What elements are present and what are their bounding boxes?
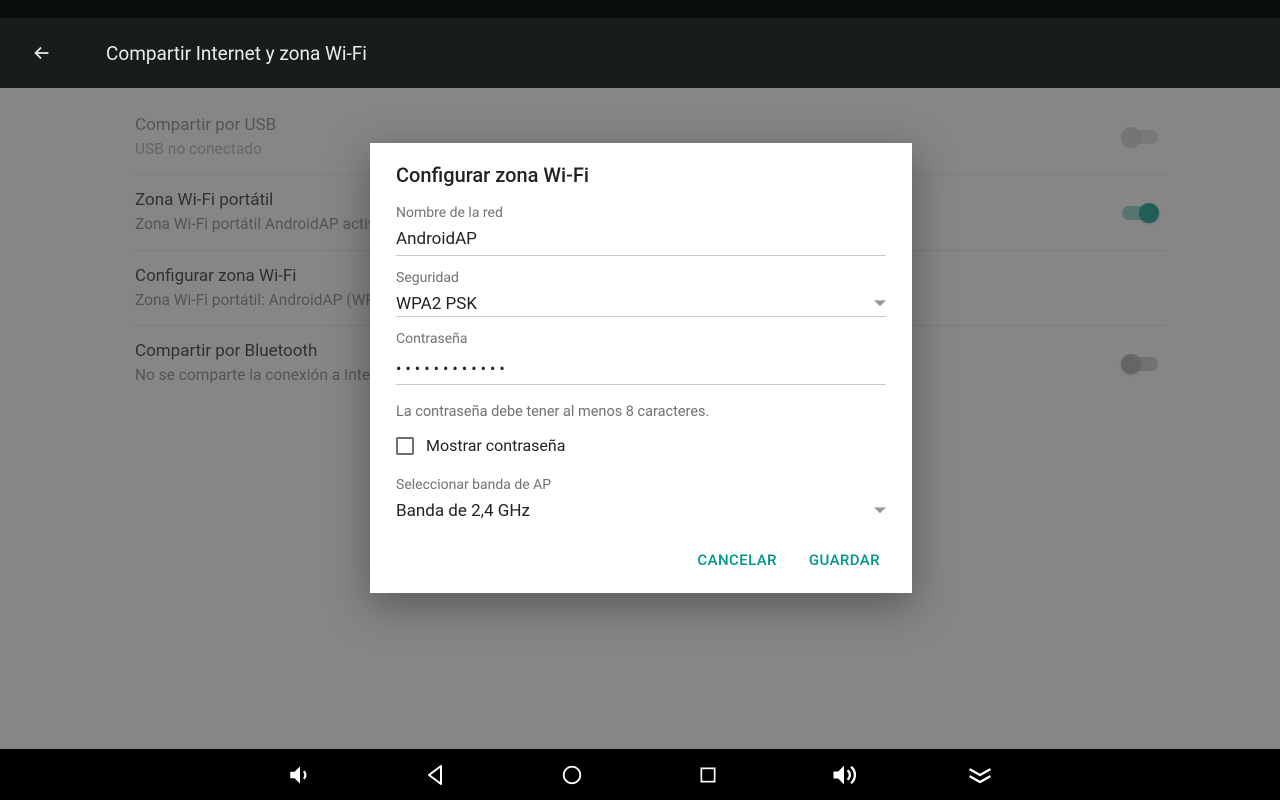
arrow-back-icon xyxy=(31,42,53,64)
configure-hotspot-dialog: Configurar zona Wi-Fi Nombre de la red S… xyxy=(370,143,912,593)
band-select[interactable]: Banda de 2,4 GHz xyxy=(396,497,886,523)
network-name-input[interactable] xyxy=(396,225,886,256)
navigation-bar xyxy=(0,749,1280,800)
recent-apps-nav-icon[interactable] xyxy=(693,760,723,790)
app-bar: Compartir Internet y zona Wi-Fi xyxy=(0,18,1280,88)
save-button[interactable]: GUARDAR xyxy=(807,543,882,577)
back-button[interactable] xyxy=(22,33,62,73)
volume-down-icon[interactable] xyxy=(285,760,315,790)
security-select[interactable]: WPA2 PSK xyxy=(396,290,886,317)
home-nav-icon[interactable] xyxy=(557,760,587,790)
band-label: Seleccionar banda de AP xyxy=(396,477,886,493)
dropdown-icon xyxy=(874,505,886,517)
dialog-title: Configurar zona Wi-Fi xyxy=(396,163,886,187)
dropdown-icon xyxy=(874,298,886,310)
password-helper: La contraseña debe tener al menos 8 cara… xyxy=(396,403,886,420)
password-label: Contraseña xyxy=(396,331,886,347)
show-password-checkbox[interactable] xyxy=(396,437,414,455)
show-password-label: Mostrar contraseña xyxy=(426,436,565,455)
show-password-row[interactable]: Mostrar contraseña xyxy=(396,436,886,455)
back-nav-icon[interactable] xyxy=(421,760,451,790)
security-label: Seguridad xyxy=(396,270,886,286)
network-name-label: Nombre de la red xyxy=(396,205,886,221)
page-title: Compartir Internet y zona Wi-Fi xyxy=(106,42,367,65)
volume-up-icon[interactable] xyxy=(829,760,859,790)
band-value: Banda de 2,4 GHz xyxy=(396,501,874,521)
password-input[interactable]: •••••••••••• xyxy=(396,351,886,385)
cancel-button[interactable]: CANCELAR xyxy=(695,543,778,577)
expand-nav-icon[interactable] xyxy=(965,760,995,790)
status-bar xyxy=(0,0,1280,18)
security-value: WPA2 PSK xyxy=(396,294,874,314)
